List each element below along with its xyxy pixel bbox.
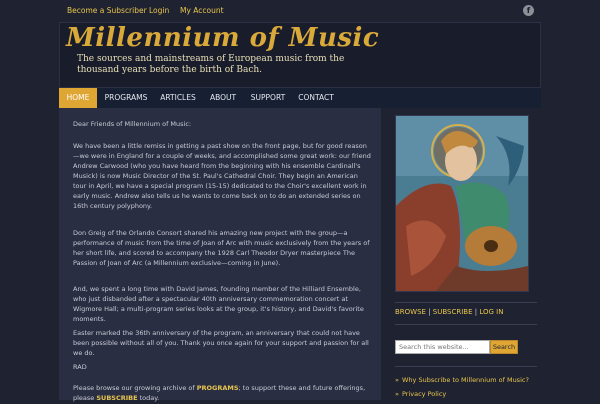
main-nav: HOME PROGRAMS ARTICLES ABOUT SUPPORT CON… bbox=[59, 88, 541, 109]
top-bar: Become a Subscriber Login My Account f bbox=[0, 0, 600, 22]
list-item-label: Why Subscribe to Millennium of Music? bbox=[401, 376, 529, 384]
greeting: Dear Friends of Millennium of Music: bbox=[73, 120, 192, 128]
nav-articles[interactable]: ARTICLES bbox=[155, 88, 201, 108]
p5-text-after: ; to support these and future offerings, bbox=[238, 384, 366, 392]
browse-link[interactable]: BROWSE bbox=[395, 308, 426, 316]
my-account-link[interactable]: My Account bbox=[180, 6, 224, 15]
p6-text-after: today. bbox=[137, 394, 160, 402]
facebook-icon[interactable]: f bbox=[523, 5, 534, 16]
become-subscriber-link[interactable]: Become a Subscriber bbox=[67, 6, 147, 15]
login-link[interactable]: Login bbox=[149, 6, 169, 15]
chevron-right-icon: » bbox=[395, 390, 399, 398]
sidebar: BROWSE | SUBSCRIBE | LOG IN Search »Why … bbox=[381, 108, 541, 400]
list-item-label: Privacy Policy bbox=[401, 390, 447, 398]
subscribe-link[interactable]: SUBSCRIBE bbox=[96, 394, 137, 402]
site-title[interactable]: Millennium of Music bbox=[66, 23, 379, 53]
programs-link[interactable]: PROGRAMS bbox=[197, 384, 239, 392]
list-item[interactable]: » Privacy Policy bbox=[395, 390, 529, 398]
nav-about[interactable]: ABOUT bbox=[202, 88, 244, 108]
search-button[interactable]: Search bbox=[490, 340, 518, 354]
paragraph-3: And, we spent a long time with David Jam… bbox=[73, 285, 364, 323]
divider bbox=[395, 302, 537, 303]
paragraph-5: Please browse our growing archive of PRO… bbox=[73, 383, 373, 393]
signature: RAD bbox=[73, 363, 87, 371]
p6-text: please bbox=[73, 394, 97, 402]
nav-support[interactable]: SUPPORT bbox=[245, 88, 291, 108]
nav-programs[interactable]: PROGRAMS bbox=[98, 88, 154, 108]
paragraph-4: Easter marked the 36th anniversary of th… bbox=[73, 329, 369, 357]
search-input[interactable] bbox=[395, 340, 490, 354]
site-header: Millennium of Music The sources and main… bbox=[59, 22, 541, 88]
p5-text: Please browse our growing archive of bbox=[73, 384, 197, 392]
paragraph-6: please SUBSCRIBE today. bbox=[73, 393, 373, 403]
list-item[interactable]: » Why Subscribe to Millennium of Music? bbox=[395, 376, 529, 384]
divider bbox=[395, 366, 537, 367]
site-tagline: The sources and mainstreams of European … bbox=[77, 54, 345, 75]
nav-home[interactable]: HOME bbox=[59, 88, 97, 108]
angel-lute-painting bbox=[395, 115, 529, 292]
paragraph-2: Don Greig of the Orlando Consort shared … bbox=[73, 229, 370, 267]
sidebar-login-link[interactable]: LOG IN bbox=[479, 308, 503, 316]
chevron-right-icon: » bbox=[395, 376, 399, 384]
main-content: Dear Friends of Millennium of Music: We … bbox=[59, 108, 381, 403]
account-links: BROWSE | SUBSCRIBE | LOG IN bbox=[395, 308, 504, 316]
paragraph-1: We have been a little remiss in getting … bbox=[73, 142, 371, 210]
sidebar-subscribe-link[interactable]: SUBSCRIBE bbox=[433, 308, 473, 316]
nav-contact[interactable]: CONTACT bbox=[292, 88, 340, 108]
divider bbox=[395, 324, 537, 325]
